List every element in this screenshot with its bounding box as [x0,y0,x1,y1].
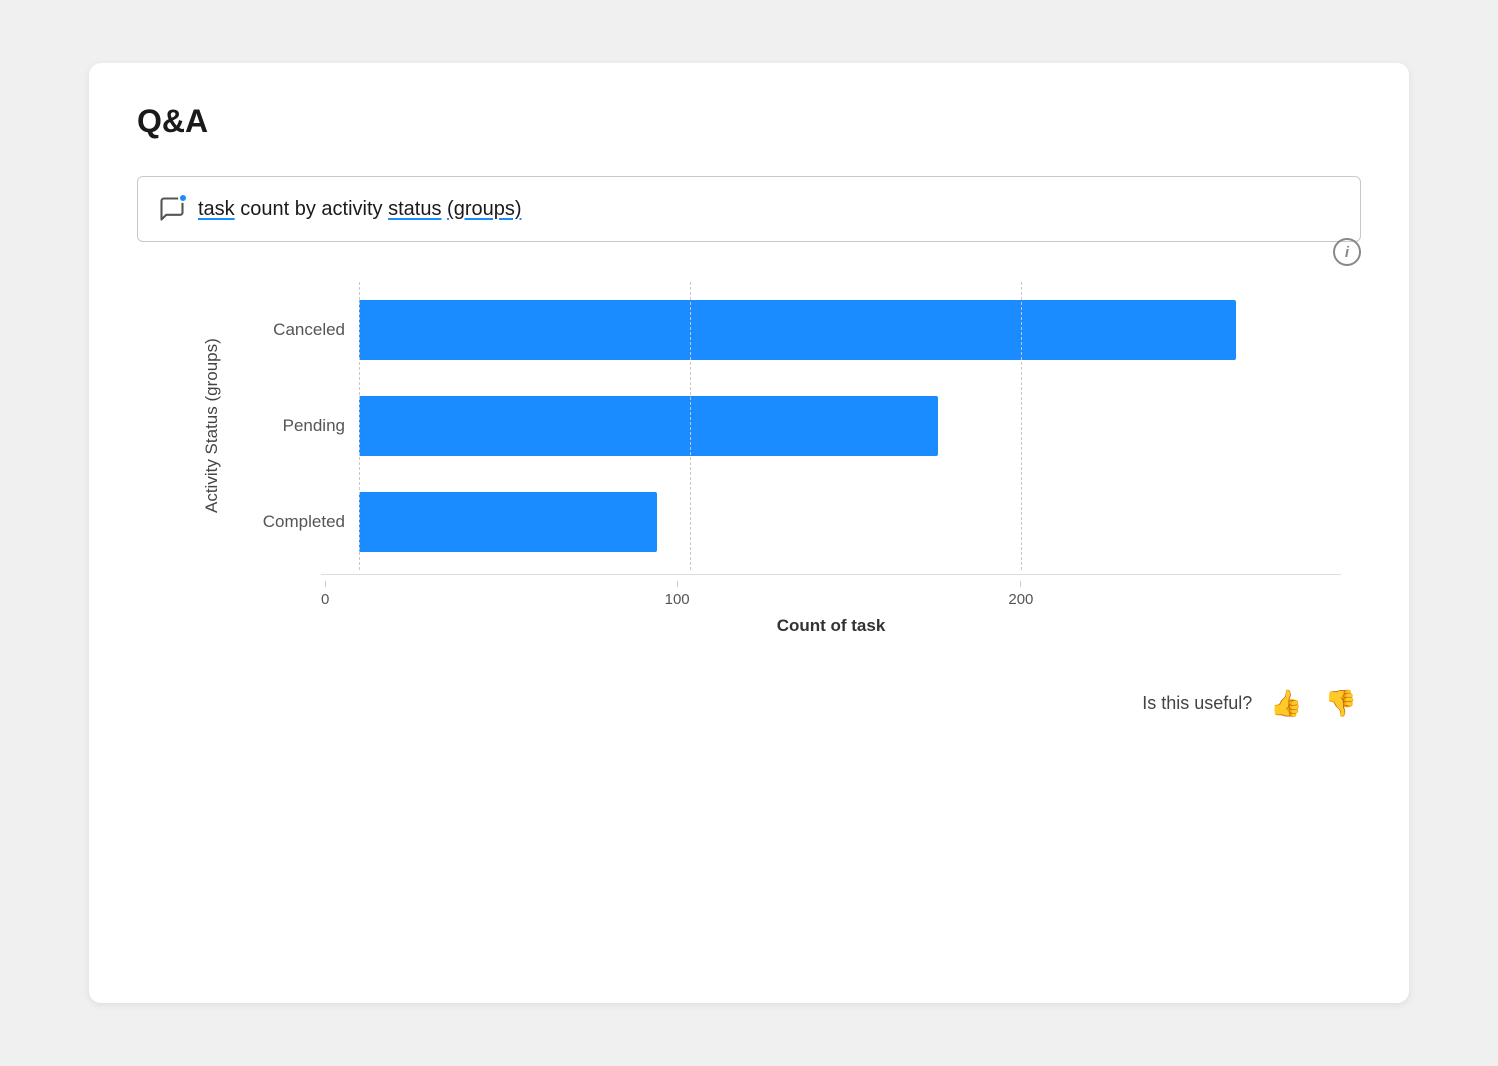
bar-track [359,492,1341,552]
bar-row: Pending [235,378,1341,474]
page-title: Q&A [137,103,1361,140]
thumbs-up-button[interactable]: 👍 [1266,686,1306,720]
x-tick: 100 [665,575,690,608]
notification-dot [178,193,188,203]
query-box[interactable]: task count by activity status (groups) [137,176,1361,242]
bar-row: Completed [235,474,1341,570]
bar-fill [359,300,1236,360]
bar-label: Completed [235,512,345,532]
bar-track [359,396,1341,456]
chat-icon [158,195,186,223]
bar-track [359,300,1341,360]
bar-fill [359,396,938,456]
x-ticks: 0100200 [321,574,1341,602]
x-axis-title: Count of task [321,616,1341,636]
bar-label: Canceled [235,320,345,340]
bar-fill [359,492,657,552]
y-axis-label: Activity Status (groups) [197,282,227,570]
feedback-label: Is this useful? [1142,693,1252,714]
bars-and-grid: Canceled Pending Completed [235,282,1341,570]
bar-row: Canceled [235,282,1341,378]
x-tick: 200 [1008,575,1033,608]
info-icon-wrap[interactable]: i [1333,238,1361,266]
card: Q&A task count by activity status (group… [89,63,1409,1003]
info-icon[interactable]: i [1333,238,1361,266]
chart-area: Activity Status (groups) Canceled Pendin… [137,282,1361,636]
chart-container: Activity Status (groups) Canceled Pendin… [197,282,1341,570]
x-axis: 0100200 Count of task [321,574,1341,636]
x-tick: 0 [321,575,329,608]
query-text: task count by activity status (groups) [198,198,522,221]
bar-label: Pending [235,416,345,436]
chart-inner: Canceled Pending Completed [235,282,1341,570]
feedback-row: Is this useful? 👍 👎 [137,686,1361,720]
thumbs-down-button[interactable]: 👎 [1321,686,1361,720]
